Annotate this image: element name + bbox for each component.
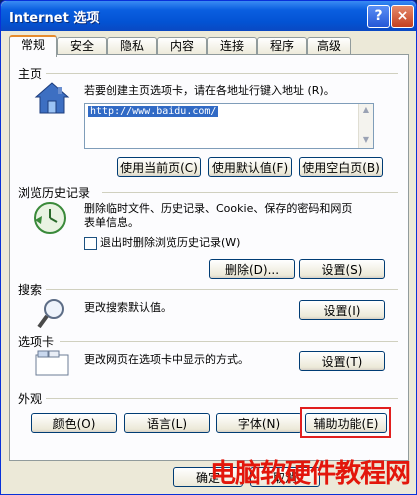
highlight-outline — [300, 407, 391, 438]
delete-history-button[interactable]: 删除(D)... — [209, 259, 295, 279]
close-button[interactable]: × — [391, 5, 414, 28]
site-watermark: 电脑软硬件教程网 — [209, 459, 411, 489]
window-title: Internet 选项 — [9, 11, 100, 26]
colors-button[interactable]: 颜色(O) — [31, 413, 117, 433]
tab-privacy[interactable]: 隐私 — [107, 37, 157, 55]
appearance-heading: 外观 — [18, 392, 43, 406]
home-url-text: http://www.baidu.com/ — [88, 106, 219, 117]
divider — [102, 192, 398, 193]
magnifier-icon — [36, 297, 68, 331]
tabs-heading: 选项卡 — [18, 335, 55, 349]
history-clock-icon — [32, 200, 68, 236]
help-button[interactable]: ? — [367, 5, 390, 28]
languages-button[interactable]: 语言(L) — [124, 413, 210, 433]
use-blank-button[interactable]: 使用空白页(B) — [299, 157, 383, 177]
history-description-line2: 表单信息。 — [84, 216, 139, 229]
home-description: 若要创建主页选项卡，请在各地址行键入地址 (R)。 — [84, 84, 335, 97]
delete-on-exit-checkbox[interactable] — [84, 237, 97, 250]
house-icon — [34, 81, 70, 115]
tab-programs[interactable]: 程序 — [257, 37, 307, 55]
tab-security[interactable]: 安全 — [57, 37, 107, 55]
tabs-description: 更改网页在选项卡中显示的方式。 — [84, 353, 249, 366]
general-panel: 主页 若要创建主页选项卡，请在各地址行键入地址 (R)。 http://www.… — [9, 54, 409, 461]
tab-general[interactable]: 常规 — [9, 35, 57, 57]
history-heading: 浏览历史记录 — [18, 186, 91, 200]
history-description-line1: 删除临时文件、历史记录、Cookie、保存的密码和网页 — [84, 202, 353, 215]
scroll-down-icon[interactable]: ▼ — [361, 135, 371, 147]
tabs-settings-button[interactable]: 设置(T) — [299, 351, 385, 371]
history-settings-button[interactable]: 设置(S) — [299, 259, 385, 279]
internet-options-dialog: Internet 选项 ? × 常规 安全 隐私 内容 连接 程序 高级 主页 … — [0, 0, 417, 495]
tab-advanced[interactable]: 高级 — [307, 37, 351, 55]
divider — [46, 398, 398, 399]
use-current-button[interactable]: 使用当前页(C) — [117, 157, 201, 177]
use-default-button[interactable]: 使用默认值(F) — [208, 157, 292, 177]
divider — [46, 289, 398, 290]
tab-connections[interactable]: 连接 — [207, 37, 257, 55]
search-heading: 搜索 — [18, 283, 43, 297]
fonts-button[interactable]: 字体(N) — [216, 413, 302, 433]
title-bar[interactable]: Internet 选项 ? × — [1, 1, 416, 31]
search-settings-button[interactable]: 设置(I) — [299, 300, 385, 320]
home-url-input[interactable]: http://www.baidu.com/ ▲ ▼ — [84, 103, 374, 149]
scroll-up-icon[interactable]: ▲ — [361, 105, 371, 117]
tab-content[interactable]: 内容 — [157, 37, 207, 55]
home-heading: 主页 — [18, 67, 43, 81]
url-scrollbar[interactable]: ▲ ▼ — [358, 104, 373, 148]
tabbed-window-icon — [34, 349, 70, 377]
delete-on-exit-label[interactable]: 退出时删除浏览历史记录(W) — [100, 236, 240, 250]
divider — [46, 73, 398, 74]
divider — [60, 341, 398, 342]
search-description: 更改搜索默认值。 — [84, 301, 172, 314]
